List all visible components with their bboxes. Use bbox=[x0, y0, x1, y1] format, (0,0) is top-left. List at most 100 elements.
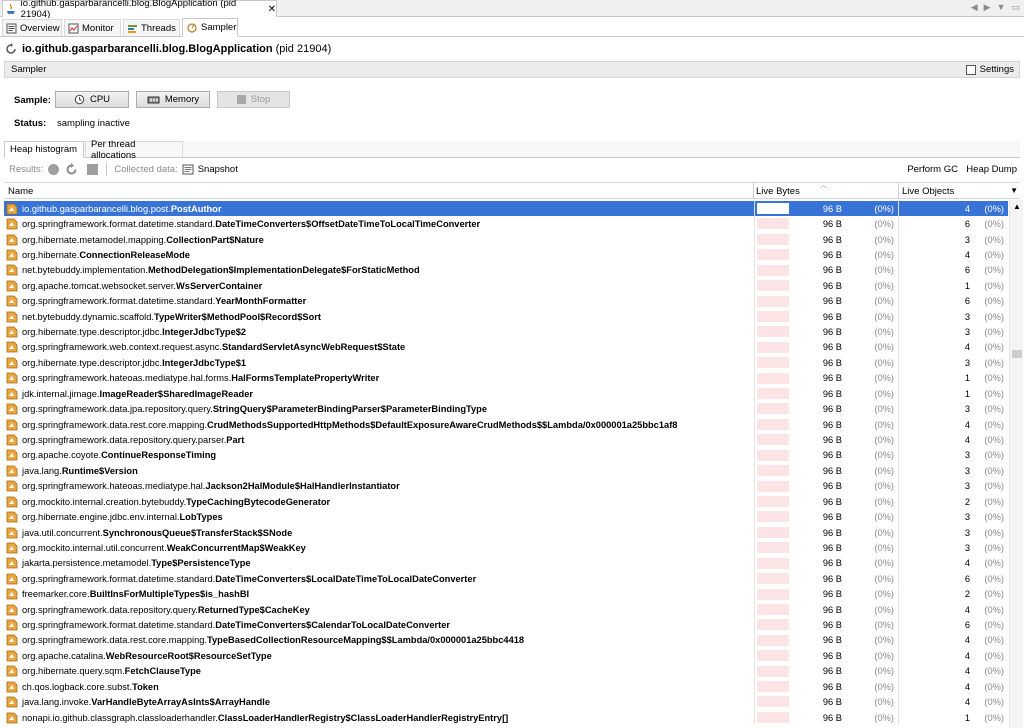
table-row[interactable]: org.hibernate.query.sqm. FetchClauseType … bbox=[4, 663, 1008, 679]
stop-button[interactable]: Stop bbox=[217, 91, 290, 108]
heap-dump-button[interactable]: Heap Dump bbox=[966, 164, 1017, 175]
snapshot-button[interactable]: Snapshot bbox=[198, 164, 238, 175]
vertical-scrollbar[interactable]: ▲ bbox=[1009, 200, 1023, 728]
live-objects-value: 4 bbox=[964, 681, 970, 692]
table-row[interactable]: org.springframework.hateoas.mediatype.ha… bbox=[4, 478, 1008, 494]
table-row[interactable]: java.lang.invoke. VarHandleByteArrayAsInt… bbox=[4, 694, 1008, 710]
table-row[interactable]: org.springframework.format.datetime.stan… bbox=[4, 216, 1008, 232]
table-row[interactable]: org.hibernate.engine.jdbc.env.internal. L… bbox=[4, 509, 1008, 525]
column-header-live-bytes[interactable]: Live Bytes bbox=[756, 186, 800, 197]
table-row[interactable]: org.mockito.internal.util.concurrent. Wea… bbox=[4, 540, 1008, 556]
table-row[interactable]: org.springframework.format.datetime.stan… bbox=[4, 293, 1008, 309]
memory-button[interactable]: Memory bbox=[136, 91, 210, 108]
live-objects-value: 6 bbox=[964, 620, 970, 631]
class-package: io.github.gasparbarancelli.blog.post. bbox=[22, 203, 171, 214]
class-simple-name: ContinueResponseTiming bbox=[101, 450, 217, 461]
table-row[interactable]: jdk.internal.jimage. ImageReader$SharedIm… bbox=[4, 386, 1008, 402]
table-row[interactable]: java.lang. Runtime$Version 96 B (0%) 3 (0… bbox=[4, 463, 1008, 479]
live-objects-cell: 4 (0%) bbox=[898, 432, 1008, 448]
live-bytes-bar bbox=[757, 280, 789, 292]
table-row[interactable]: org.hibernate.type.descriptor.jdbc. Integ… bbox=[4, 355, 1008, 371]
table-row[interactable]: net.bytebuddy.implementation. MethodDeleg… bbox=[4, 262, 1008, 279]
column-header-name[interactable]: Name bbox=[8, 186, 33, 197]
table-row[interactable]: ch.qos.logback.core.subst. Token 96 B (0%… bbox=[4, 679, 1008, 695]
table-row[interactable]: jakarta.persistence.metamodel. Type$Persi… bbox=[4, 555, 1008, 572]
page-pid: (pid 21904) bbox=[275, 43, 332, 55]
table-row[interactable]: org.hibernate.metamodel.mapping. Collecti… bbox=[4, 231, 1008, 248]
table-row[interactable]: org.springframework.web.context.request.… bbox=[4, 339, 1008, 356]
live-bytes-bar bbox=[757, 295, 789, 307]
cpu-button[interactable]: CPU bbox=[55, 91, 129, 108]
table-row[interactable]: org.springframework.hateoas.mediatype.ha… bbox=[4, 370, 1008, 387]
stop-results-icon[interactable] bbox=[87, 163, 99, 175]
column-header-live-objects[interactable]: Live Objects bbox=[902, 186, 954, 197]
settings-checkbox[interactable] bbox=[965, 64, 976, 75]
class-package: org.apache.tomcat.websocket.server. bbox=[22, 280, 176, 291]
scrollbar-thumb[interactable] bbox=[1012, 350, 1022, 358]
class-icon bbox=[6, 496, 18, 508]
live-bytes-cell: 96 B (0%) bbox=[754, 432, 898, 448]
table-row[interactable]: org.springframework.data.repository.quer… bbox=[4, 601, 1008, 618]
document-tab-title: io.github.gasparbarancelli.blog.BlogAppl… bbox=[20, 0, 237, 20]
table-row[interactable]: org.springframework.format.datetime.stan… bbox=[4, 617, 1008, 633]
live-bytes-bar bbox=[757, 480, 789, 492]
column-chooser-icon[interactable]: ▼ bbox=[1010, 186, 1018, 195]
live-bytes-value: 96 B bbox=[822, 527, 842, 538]
tab-overview[interactable]: Overview bbox=[2, 19, 62, 36]
live-objects-cell: 4 (0%) bbox=[898, 694, 1008, 710]
table-row[interactable]: io.github.gasparbarancelli.blog.post. Pos… bbox=[4, 201, 1008, 217]
close-icon[interactable]: ✕ bbox=[268, 4, 276, 15]
live-bytes-value: 96 B bbox=[822, 327, 842, 338]
perform-gc-button[interactable]: Perform GC bbox=[907, 164, 958, 175]
scroll-up-arrow-icon[interactable]: ▲ bbox=[1013, 202, 1021, 211]
live-bytes-value: 96 B bbox=[822, 496, 842, 507]
refresh-results-icon[interactable] bbox=[65, 162, 78, 176]
table-row[interactable]: java.util.concurrent. SynchronousQueue$Tr… bbox=[4, 524, 1008, 541]
live-bytes-percent: (0%) bbox=[874, 465, 894, 476]
table-row[interactable]: nonapi.io.github.classgraph.classloaderh… bbox=[4, 709, 1008, 726]
live-bytes-bar bbox=[757, 449, 789, 461]
class-package: org.springframework.data.repository.quer… bbox=[22, 435, 227, 445]
table-row[interactable]: freemarker.core. BuiltInsForMultipleTypes… bbox=[4, 586, 1008, 602]
restore-window-icon[interactable]: ▭ bbox=[1011, 2, 1020, 13]
class-package: net.bytebuddy.dynamic.scaffold. bbox=[22, 311, 154, 322]
live-objects-percent: (0%) bbox=[984, 712, 1004, 723]
tab-label: Threads bbox=[141, 22, 176, 34]
record-dot-icon[interactable] bbox=[48, 163, 60, 175]
table-row[interactable]: org.mockito.internal.creation.bytebuddy.… bbox=[4, 493, 1008, 510]
table-row[interactable]: org.apache.coyote. ContinueResponseTiming… bbox=[4, 447, 1008, 464]
table-row[interactable]: org.hibernate. ConnectionReleaseMode 96 B… bbox=[4, 247, 1008, 263]
table-row[interactable]: org.springframework.data.rest.core.mappi… bbox=[4, 632, 1008, 649]
tab-heap-histogram[interactable]: Heap histogram bbox=[4, 141, 84, 158]
chevron-left-icon[interactable]: ◀ bbox=[971, 2, 978, 13]
live-objects-percent: (0%) bbox=[984, 249, 1004, 260]
tab-monitor[interactable]: Monitor bbox=[64, 19, 121, 36]
class-package: org.springframework.format.datetime.stan… bbox=[22, 620, 216, 631]
table-row[interactable]: org.springframework.data.repository.quer… bbox=[4, 432, 1008, 448]
column-divider[interactable] bbox=[898, 183, 899, 198]
live-objects-percent: (0%) bbox=[984, 681, 1004, 692]
class-name-cell: org.springframework.data.rest.core.mappi… bbox=[4, 634, 754, 646]
table-row[interactable]: net.bytebuddy.dynamic.scaffold. TypeWrite… bbox=[4, 308, 1008, 325]
table-row[interactable]: org.hibernate.type.descriptor.jdbc. Integ… bbox=[4, 324, 1008, 340]
settings-toggle[interactable]: Settings bbox=[965, 64, 1014, 75]
chevron-right-icon[interactable]: ▶ bbox=[984, 2, 991, 13]
live-bytes-value: 96 B bbox=[822, 589, 842, 600]
live-bytes-value: 96 B bbox=[822, 435, 842, 445]
class-simple-name: Token bbox=[132, 681, 159, 692]
table-row[interactable]: org.apache.catalina. WebResourceRoot$Reso… bbox=[4, 648, 1008, 664]
live-bytes-value: 96 B bbox=[822, 388, 842, 399]
table-row[interactable]: org.springframework.data.jpa.repository.… bbox=[4, 401, 1008, 417]
table-row[interactable]: org.springframework.format.datetime.stan… bbox=[4, 571, 1008, 587]
class-icon bbox=[6, 280, 18, 292]
table-row[interactable]: org.apache.tomcat.websocket.server. WsSer… bbox=[4, 278, 1008, 294]
java-app-icon bbox=[6, 3, 15, 14]
document-tab[interactable]: io.github.gasparbarancelli.blog.BlogAppl… bbox=[2, 0, 277, 20]
live-objects-percent: (0%) bbox=[984, 650, 1004, 661]
chevron-down-icon[interactable]: ▼ bbox=[997, 2, 1006, 13]
tab-per-thread-allocations[interactable]: Per thread allocations bbox=[85, 139, 183, 161]
tab-threads[interactable]: Threads bbox=[123, 19, 180, 36]
tab-sampler[interactable]: Sampler bbox=[182, 18, 238, 37]
table-row[interactable]: org.springframework.data.rest.core.mappi… bbox=[4, 416, 1008, 433]
column-divider[interactable] bbox=[753, 183, 754, 198]
